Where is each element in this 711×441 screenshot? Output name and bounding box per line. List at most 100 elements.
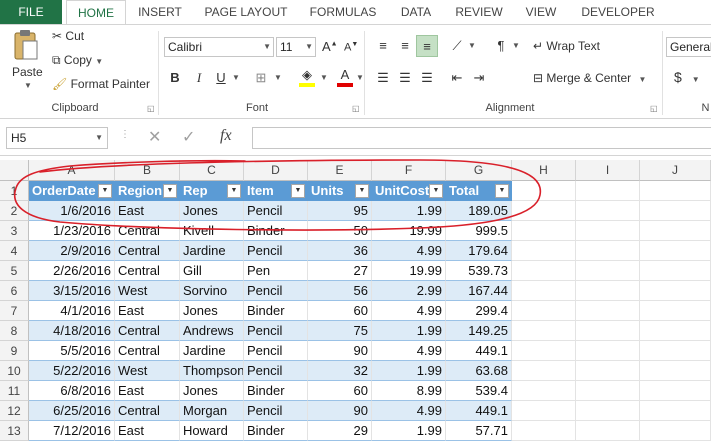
empty-cell[interactable] (576, 281, 640, 301)
empty-cell[interactable] (512, 301, 576, 321)
font-color-dropdown-icon[interactable]: ▼ (356, 73, 364, 82)
column-header-j[interactable]: J (640, 160, 711, 181)
table-cell[interactable]: Thompson (180, 361, 244, 381)
text-direction-dropdown-icon[interactable]: ▼ (512, 41, 520, 50)
empty-cell[interactable] (576, 261, 640, 281)
decrease-indent-icon[interactable]: ⇤ (446, 67, 468, 89)
table-cell[interactable]: 50 (308, 221, 372, 241)
row-header-8[interactable]: 8 (0, 321, 29, 341)
column-header-c[interactable]: C (180, 160, 244, 181)
table-cell[interactable]: 19.99 (372, 261, 446, 281)
empty-cell[interactable] (576, 421, 640, 441)
table-header-cell[interactable]: Total ▼ (446, 181, 512, 201)
table-cell[interactable]: 60 (308, 381, 372, 401)
table-cell[interactable]: Pen (244, 261, 308, 281)
filter-dropdown-icon[interactable]: ▼ (495, 184, 509, 198)
table-cell[interactable]: 63.68 (446, 361, 512, 381)
table-cell[interactable]: 32 (308, 361, 372, 381)
align-middle-icon[interactable]: ≡ (394, 35, 416, 57)
column-header-f[interactable]: F (372, 160, 446, 181)
table-cell[interactable]: 449.1 (446, 341, 512, 361)
table-cell[interactable]: 4.99 (372, 301, 446, 321)
table-cell[interactable]: Jones (180, 201, 244, 221)
tab-view[interactable]: VIEW (516, 0, 566, 24)
align-left-icon[interactable]: ☰ (372, 67, 394, 89)
empty-cell[interactable] (576, 341, 640, 361)
table-cell[interactable]: Binder (244, 421, 308, 441)
select-all-corner[interactable] (0, 160, 29, 181)
table-cell[interactable]: 3/15/2016 (29, 281, 115, 301)
table-cell[interactable]: 60 (308, 301, 372, 321)
tab-page-layout[interactable]: PAGE LAYOUT (196, 0, 296, 24)
table-cell[interactable]: 4/18/2016 (29, 321, 115, 341)
column-header-h[interactable]: H (512, 160, 576, 181)
table-cell[interactable]: 90 (308, 401, 372, 421)
table-cell[interactable]: Central (115, 341, 180, 361)
empty-cell[interactable] (576, 381, 640, 401)
empty-cell[interactable] (512, 201, 576, 221)
underline-dropdown-icon[interactable]: ▼ (232, 73, 240, 82)
table-cell[interactable]: East (115, 201, 180, 221)
table-cell[interactable]: Binder (244, 221, 308, 241)
font-launcher-icon[interactable]: ◱ (352, 104, 360, 113)
formula-input[interactable] (252, 127, 711, 149)
text-direction-icon[interactable]: ¶ (490, 35, 512, 57)
table-cell[interactable]: 539.73 (446, 261, 512, 281)
name-box[interactable]: H5 ▼ (6, 127, 108, 149)
merge-center-button[interactable]: ⊟ Merge & Center ▼ (533, 71, 646, 85)
table-cell[interactable]: 95 (308, 201, 372, 221)
fill-color-icon[interactable]: ◈ (296, 67, 318, 89)
table-header-cell[interactable]: Units ▼ (308, 181, 372, 201)
table-cell[interactable]: Howard (180, 421, 244, 441)
font-size-select[interactable]: 11 ▼ (276, 37, 316, 57)
table-cell[interactable]: Binder (244, 301, 308, 321)
table-cell[interactable]: Central (115, 321, 180, 341)
empty-cell[interactable] (640, 241, 711, 261)
currency-button[interactable]: $ ▼ (674, 69, 700, 85)
row-header-9[interactable]: 9 (0, 341, 29, 361)
table-cell[interactable]: 4.99 (372, 341, 446, 361)
empty-cell[interactable] (576, 361, 640, 381)
empty-cell[interactable] (512, 281, 576, 301)
empty-cell[interactable] (640, 341, 711, 361)
row-header-11[interactable]: 11 (0, 381, 29, 401)
table-cell[interactable]: Morgan (180, 401, 244, 421)
table-cell[interactable]: Sorvino (180, 281, 244, 301)
tab-review[interactable]: REVIEW (448, 0, 510, 24)
orientation-dropdown-icon[interactable]: ▼ (468, 41, 476, 50)
table-cell[interactable]: 149.25 (446, 321, 512, 341)
row-header-3[interactable]: 3 (0, 221, 29, 241)
empty-cell[interactable] (576, 181, 640, 201)
row-header-13[interactable]: 13 (0, 421, 29, 441)
table-header-cell[interactable]: UnitCost ▼ (372, 181, 446, 201)
table-cell[interactable]: 75 (308, 321, 372, 341)
empty-cell[interactable] (640, 381, 711, 401)
table-cell[interactable]: 4.99 (372, 401, 446, 421)
table-cell[interactable]: 1.99 (372, 201, 446, 221)
table-cell[interactable]: East (115, 421, 180, 441)
table-cell[interactable]: 36 (308, 241, 372, 261)
filter-dropdown-icon[interactable]: ▼ (98, 184, 112, 198)
tab-home[interactable]: HOME (66, 0, 126, 25)
table-cell[interactable]: West (115, 361, 180, 381)
table-cell[interactable]: 6/25/2016 (29, 401, 115, 421)
empty-cell[interactable] (576, 221, 640, 241)
increase-indent-icon[interactable]: ⇥ (468, 67, 490, 89)
empty-cell[interactable] (512, 381, 576, 401)
clipboard-launcher-icon[interactable]: ◱ (147, 104, 155, 113)
font-name-select[interactable]: Calibri ▼ (164, 37, 274, 57)
bold-icon[interactable]: B (164, 67, 186, 89)
empty-cell[interactable] (512, 361, 576, 381)
table-cell[interactable]: 8.99 (372, 381, 446, 401)
table-cell[interactable]: 2.99 (372, 281, 446, 301)
table-cell[interactable]: 5/5/2016 (29, 341, 115, 361)
empty-cell[interactable] (512, 321, 576, 341)
empty-cell[interactable] (512, 221, 576, 241)
table-cell[interactable]: 2/9/2016 (29, 241, 115, 261)
table-cell[interactable]: Pencil (244, 281, 308, 301)
tab-insert[interactable]: INSERT (130, 0, 190, 24)
cancel-icon[interactable]: ✕ (148, 127, 161, 147)
table-cell[interactable]: 167.44 (446, 281, 512, 301)
font-color-icon[interactable]: A (334, 67, 356, 89)
table-cell[interactable]: Central (115, 401, 180, 421)
